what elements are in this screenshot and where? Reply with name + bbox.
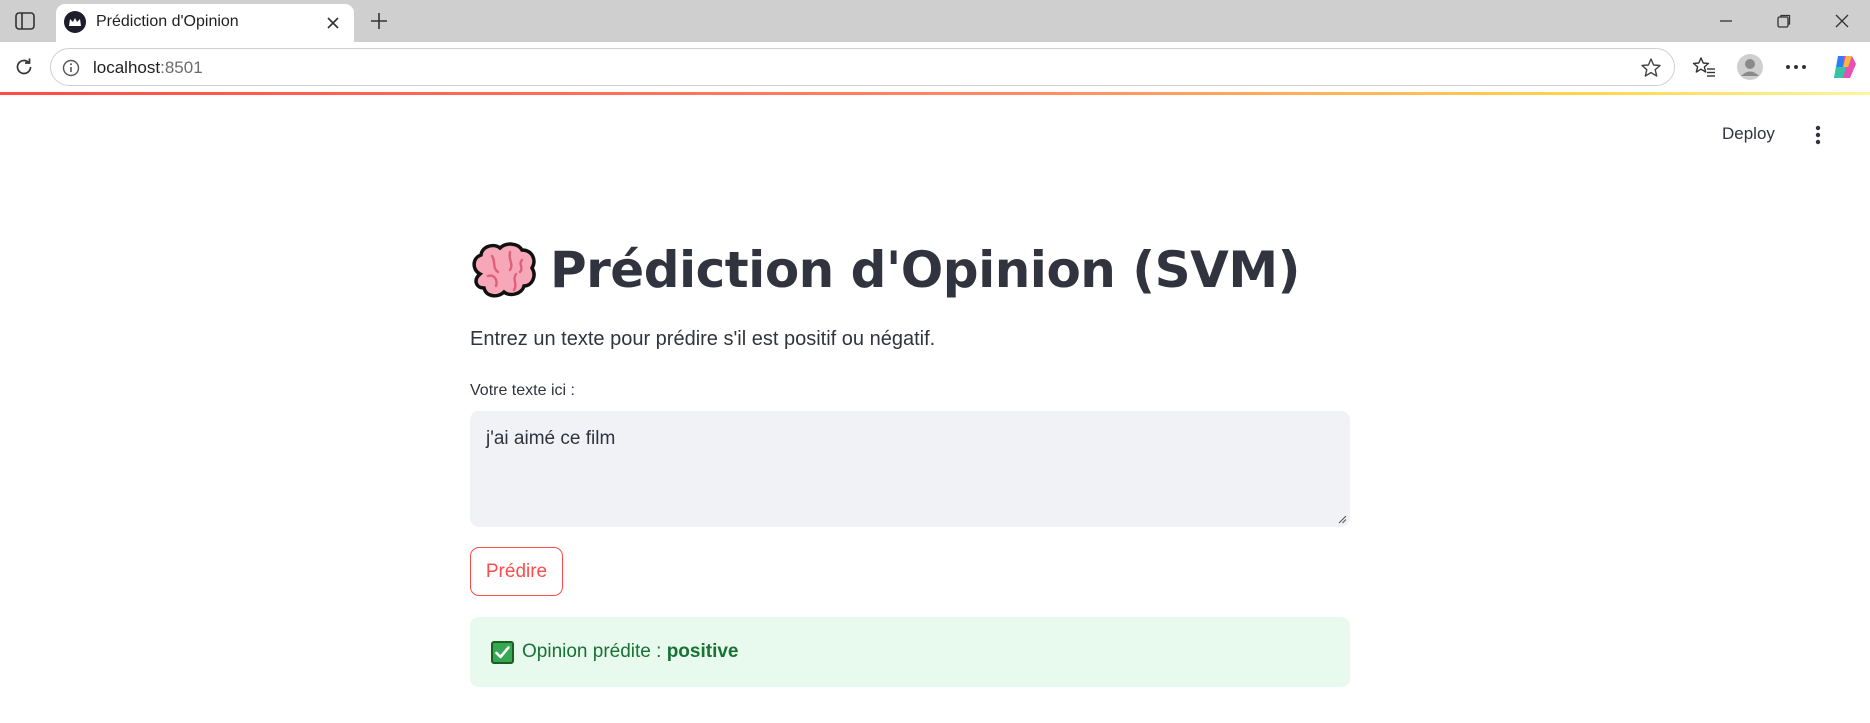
- result-value: positive: [666, 641, 739, 662]
- more-options-icon[interactable]: [1778, 49, 1814, 85]
- text-input-label: Votre texte ici :: [470, 382, 575, 399]
- site-info-icon[interactable]: [61, 58, 81, 78]
- browser-toolbar: localhost:8501: [0, 42, 1870, 92]
- streamlit-favicon-icon: [64, 11, 86, 33]
- deploy-button[interactable]: Deploy: [1722, 124, 1775, 144]
- resize-handle-icon[interactable]: [1337, 514, 1347, 524]
- streamlit-app: Deploy Prédiction d'Opinion (SVM) Entrez…: [0, 95, 1870, 723]
- result-text: Opinion prédite : positive: [522, 641, 739, 663]
- url-port: :8501: [160, 58, 203, 77]
- copilot-icon[interactable]: [1826, 49, 1862, 85]
- address-bar[interactable]: localhost:8501: [50, 48, 1675, 86]
- profile-avatar-icon[interactable]: [1732, 49, 1768, 85]
- page-title: Prédiction d'Opinion (SVM): [470, 235, 1350, 305]
- check-mark-icon: [491, 640, 514, 664]
- close-tab-icon[interactable]: [322, 12, 344, 34]
- browser-tab-active[interactable]: Prédiction d'Opinion: [56, 4, 354, 42]
- url-text: localhost:8501: [93, 58, 203, 78]
- brain-icon: [472, 242, 536, 298]
- new-tab-icon[interactable]: [364, 6, 394, 36]
- tab-title: Prédiction d'Opinion: [96, 13, 239, 30]
- browser-tab-bar: Prédiction d'Opinion: [0, 0, 1870, 42]
- tab-actions-icon[interactable]: [10, 8, 40, 34]
- result-prefix: Opinion prédite :: [522, 641, 667, 662]
- predict-button[interactable]: Prédire: [470, 547, 563, 596]
- minimize-icon[interactable]: [1704, 6, 1748, 36]
- bookmark-star-icon[interactable]: [1639, 56, 1663, 80]
- description-text: Entrez un texte pour prédire s'il est po…: [470, 328, 936, 350]
- text-input-area[interactable]: j'ai aimé ce film: [470, 411, 1350, 527]
- main-menu-icon[interactable]: [1804, 119, 1832, 151]
- prediction-result-alert: Opinion prédite : positive: [470, 617, 1350, 687]
- reload-icon[interactable]: [6, 49, 42, 85]
- close-window-icon[interactable]: [1820, 6, 1864, 36]
- text-input-value: j'ai aimé ce film: [486, 428, 616, 449]
- title-text: Prédiction d'Opinion (SVM): [550, 241, 1300, 299]
- restore-icon[interactable]: [1762, 6, 1806, 36]
- url-host: localhost: [93, 58, 161, 77]
- favorites-icon[interactable]: [1686, 49, 1722, 85]
